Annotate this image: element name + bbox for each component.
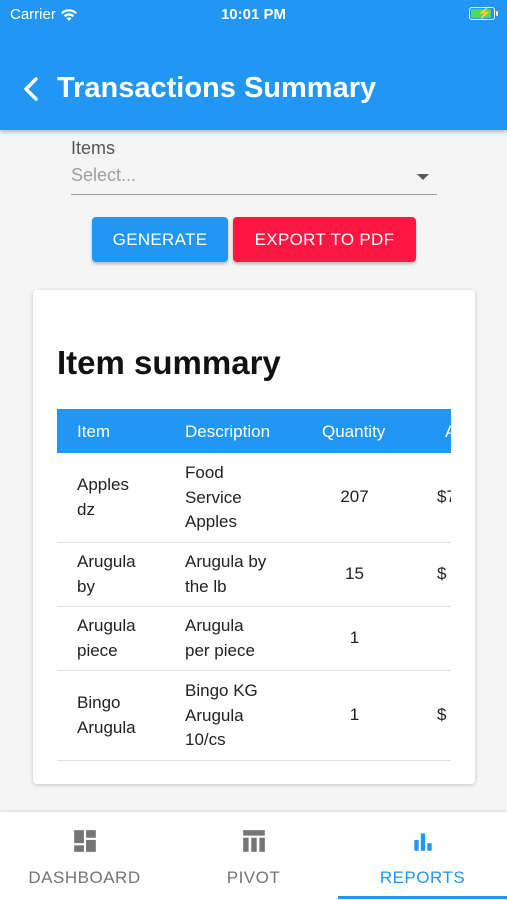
description-cell: Bingo KG Arugula 10/cs	[185, 681, 258, 749]
bottom-navigation: DASHBOARD PIVOT REPORTS	[0, 812, 507, 900]
item-cell: Bingo Arugula	[77, 693, 136, 737]
column-header-amount[interactable]: A	[445, 422, 451, 442]
column-header-quantity[interactable]: Quantity	[322, 422, 385, 442]
description-cell: Food Service Apples	[185, 463, 242, 531]
page-title: Transactions Summary	[57, 72, 377, 104]
item-cell: Arugula by	[77, 552, 136, 596]
column-header-description[interactable]: Description	[185, 422, 270, 442]
nav-reports[interactable]: REPORTS	[338, 812, 507, 900]
quantity-cell: 207	[340, 487, 369, 506]
nav-reports-label: REPORTS	[379, 868, 466, 887]
app-header: Carrier 10:01 PM ⚡ Transactions Summary	[0, 0, 507, 130]
table-row: Arugula piece Arugula per piece 1	[57, 607, 451, 671]
quantity-cell: 1	[349, 628, 360, 647]
back-arrow-icon[interactable]	[18, 74, 46, 104]
nav-dashboard[interactable]: DASHBOARD	[0, 812, 169, 900]
table-row: Applesdz FoodServiceApples 207 $7	[57, 453, 451, 543]
table-row: Bingo Arugula Bingo KG Arugula 10/cs 1 $	[57, 671, 451, 761]
nav-pivot[interactable]: PIVOT	[169, 812, 338, 900]
nav-dashboard-label: DASHBOARD	[28, 868, 141, 887]
table-row: Arugula by Arugula by the lb 15 $	[57, 543, 451, 607]
amount-cell: $	[437, 705, 447, 724]
battery-icon: ⚡	[469, 6, 498, 20]
pivot-icon	[243, 830, 265, 852]
items-label: Items	[71, 138, 116, 158]
column-header-item[interactable]: Item	[77, 422, 110, 442]
summary-title: Item summary	[57, 344, 281, 381]
dashboard-icon	[74, 830, 96, 852]
amount-cell: $	[437, 564, 447, 583]
status-bar: Carrier 10:01 PM ⚡	[0, 0, 507, 30]
reports-icon	[414, 833, 432, 851]
items-select[interactable]: Select...	[71, 160, 437, 195]
item-summary-card: Item summary Item Description Quantity A…	[33, 290, 475, 784]
items-select-placeholder: Select...	[71, 165, 137, 185]
description-cell: Arugula per piece	[185, 616, 255, 660]
description-cell: Arugula by the lb	[185, 552, 267, 596]
amount-cell: $7	[437, 487, 451, 506]
quantity-cell: 1	[349, 705, 360, 724]
summary-table[interactable]: Item Description Quantity A Apples dz Foo…	[57, 409, 451, 769]
table-header: Item Description Quantity A	[57, 409, 451, 453]
nav-pivot-label: PIVOT	[226, 868, 281, 887]
clock: 10:01 PM	[220, 6, 287, 23]
caret-down-icon	[417, 174, 429, 180]
generate-button[interactable]: GENERATE	[92, 217, 228, 262]
active-tab-indicator	[338, 896, 507, 899]
export-pdf-button[interactable]: EXPORT TO PDF	[233, 217, 416, 262]
item-cell: Arugula piece	[77, 616, 136, 660]
item-cell: Apples dz	[77, 475, 129, 519]
quantity-cell: 15	[345, 564, 364, 583]
